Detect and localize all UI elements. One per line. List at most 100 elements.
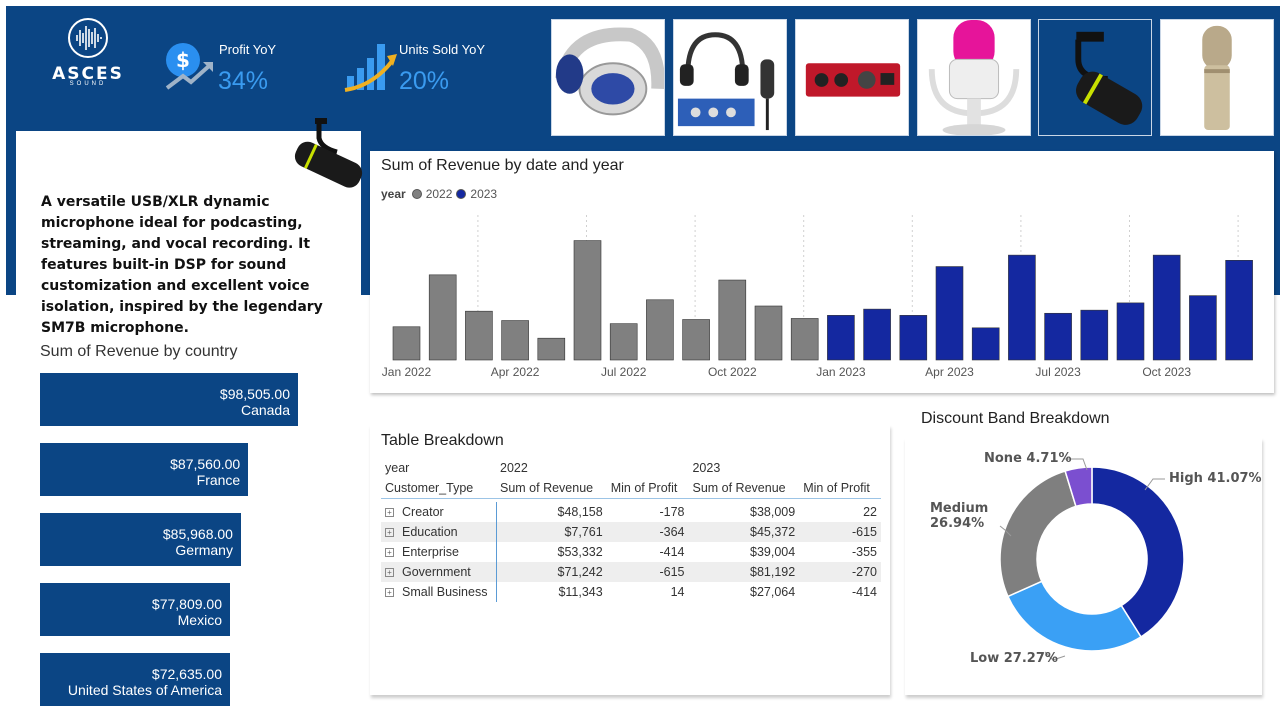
breakdown-table: year 2022 2023 Customer_Type Sum of Reve… <box>381 458 881 602</box>
bar-2023[interactable] <box>827 315 855 361</box>
x-tick-label: Oct 2023 <box>1142 365 1191 379</box>
dynamic-microphone-black-icon <box>1075 31 1143 125</box>
table-row: + Small Business $11,343 14 $27,064 -414 <box>381 582 881 602</box>
expand-icon[interactable]: + <box>385 528 394 537</box>
table-row: + Enterprise $53,332 -414 $39,004 -355 <box>381 542 881 562</box>
bar-2023[interactable] <box>1225 260 1253 361</box>
donut-chart-title: Discount Band Breakdown <box>921 410 1110 427</box>
cell-min-2022: 14 <box>670 585 685 599</box>
cell-rev-2022: $11,343 <box>558 585 603 599</box>
bar-2022[interactable] <box>537 337 566 361</box>
bar-2022[interactable] <box>609 323 638 361</box>
country-bar-value: $85,968.00 <box>162 526 233 542</box>
legend-item-2022[interactable]: 2022 <box>426 187 453 201</box>
bar-growth-icon <box>344 44 397 92</box>
bar-2022[interactable] <box>501 320 529 361</box>
thumbnail-headphones[interactable] <box>551 19 665 136</box>
bar-2022[interactable] <box>718 279 747 361</box>
cell-min-2023: 22 <box>863 505 877 519</box>
cell-min-2022: -414 <box>659 545 685 559</box>
dashboard: ASCES SOUND $ Profit YoY 34% Units Sold … <box>0 0 1280 707</box>
bar-2022[interactable] <box>754 305 783 361</box>
year-header-2022[interactable]: 2022 <box>496 458 688 478</box>
cell-rev-2022: $71,242 <box>496 562 607 582</box>
expand-icon[interactable]: + <box>385 588 394 597</box>
row-label: Enterprise <box>402 545 459 559</box>
product-description: A versatile USB/XLR dynamic microphone i… <box>41 194 323 336</box>
cell-rev-2023: $45,372 <box>688 522 800 542</box>
country-bar[interactable]: $77,809.00 Mexico <box>40 583 230 636</box>
bar-2022[interactable] <box>392 326 421 361</box>
expand-icon[interactable]: + <box>385 548 394 557</box>
table-row: + Education $7,761 -364 $45,372 -615 <box>381 522 881 542</box>
table-row: + Government $71,242 -615 $81,192 -270 <box>381 562 881 582</box>
cell-min-2023: -355 <box>851 545 877 559</box>
bar-2023[interactable] <box>1080 309 1109 361</box>
bar-2023[interactable] <box>1116 302 1145 361</box>
donut-label-medium-text: Medium 26.94% <box>930 501 989 531</box>
donut-slice[interactable] <box>999 470 1077 598</box>
bar-2022[interactable] <box>646 299 674 361</box>
revenue-bar-chart: Jan 2022 Apr 2022 Jul 2022 Oct 2022 Jan 2023… <box>382 215 1253 379</box>
thumbnail-usb-microphone[interactable] <box>917 19 1031 136</box>
cell-min-2023: -414 <box>851 585 877 599</box>
cell-min-2022: -615 <box>606 562 689 582</box>
donut-label-medium: Medium 26.94% <box>930 501 988 531</box>
country-bar-value: $72,635.00 <box>151 666 222 682</box>
table-title: Table Breakdown <box>381 432 504 449</box>
bar-2022[interactable] <box>573 240 602 361</box>
bar-2023[interactable] <box>935 266 964 361</box>
svg-text:$: $ <box>176 48 190 72</box>
cell-rev-2023: $38,009 <box>750 505 796 519</box>
cell-rev-2023: $27,064 <box>750 585 796 599</box>
bar-2023[interactable] <box>971 327 1000 361</box>
country-bar[interactable]: $72,635.00 United States of America <box>40 653 230 706</box>
table-header-columns: Customer_Type Sum of Revenue Min of Prof… <box>381 478 881 499</box>
x-tick-label: Apr 2022 <box>491 365 540 379</box>
donut-slice[interactable] <box>1091 466 1185 638</box>
legend-dot-2023 <box>456 189 467 199</box>
thumbnail-studio-bundle[interactable] <box>673 19 787 136</box>
x-tick-label: Jul 2023 <box>1035 365 1081 379</box>
thumbnail-audio-interface[interactable] <box>795 19 909 136</box>
bar-2022[interactable] <box>682 319 710 361</box>
bar-2023[interactable] <box>863 308 891 361</box>
legend-item-2023[interactable]: 2023 <box>470 187 497 201</box>
country-bar[interactable]: $85,968.00 Germany <box>40 513 241 566</box>
col-header-sum-revenue-2023[interactable]: Sum of Revenue <box>688 478 800 499</box>
thumbnail-dynamic-microphone[interactable] <box>1038 19 1152 136</box>
year-header-2023[interactable]: 2023 <box>688 458 881 478</box>
x-tick-label: Oct 2022 <box>708 365 757 379</box>
thumbnail-condenser-microphone[interactable] <box>1160 19 1274 136</box>
bar-2023[interactable] <box>1152 254 1181 361</box>
bar-2023[interactable] <box>899 315 928 361</box>
row-label: Education <box>402 525 458 539</box>
cell-min-2022: -178 <box>659 505 685 519</box>
col-header-min-profit-2023[interactable]: Min of Profit <box>799 478 881 499</box>
expand-icon[interactable]: + <box>385 568 394 577</box>
expand-icon[interactable]: + <box>385 508 394 517</box>
donut-label-high: High 41.07% <box>1169 471 1262 486</box>
bar-2022[interactable] <box>790 318 819 361</box>
bar-2023[interactable] <box>1189 295 1217 361</box>
donut-slice[interactable] <box>1006 580 1142 652</box>
row-label: Creator <box>402 505 444 519</box>
kpi-profit-label: Profit YoY <box>219 42 277 57</box>
table-header-years: year 2022 2023 <box>381 458 881 478</box>
bar-2022[interactable] <box>428 274 457 361</box>
bar-2022[interactable] <box>465 310 493 361</box>
audio-interface-red-icon <box>805 63 901 97</box>
revenue-chart-title: Sum of Revenue by date and year <box>381 157 624 174</box>
country-bar[interactable]: $98,505.00 Canada <box>40 373 298 426</box>
donut-label-none: None 4.71% <box>984 451 1072 466</box>
cell-rev-2022: $48,158 <box>557 505 603 519</box>
country-chart-title: Sum of Revenue by country <box>40 343 238 360</box>
bar-2023[interactable] <box>1008 254 1036 361</box>
cell-rev-2023: $81,192 <box>688 562 800 582</box>
cell-min-2023: -615 <box>799 522 881 542</box>
row-label: Government <box>402 565 471 579</box>
country-bar[interactable]: $87,560.00 France <box>40 443 249 496</box>
col-header-sum-revenue-2022[interactable]: Sum of Revenue <box>496 478 607 499</box>
bar-2023[interactable] <box>1044 312 1072 361</box>
col-header-min-profit-2022[interactable]: Min of Profit <box>606 478 689 499</box>
